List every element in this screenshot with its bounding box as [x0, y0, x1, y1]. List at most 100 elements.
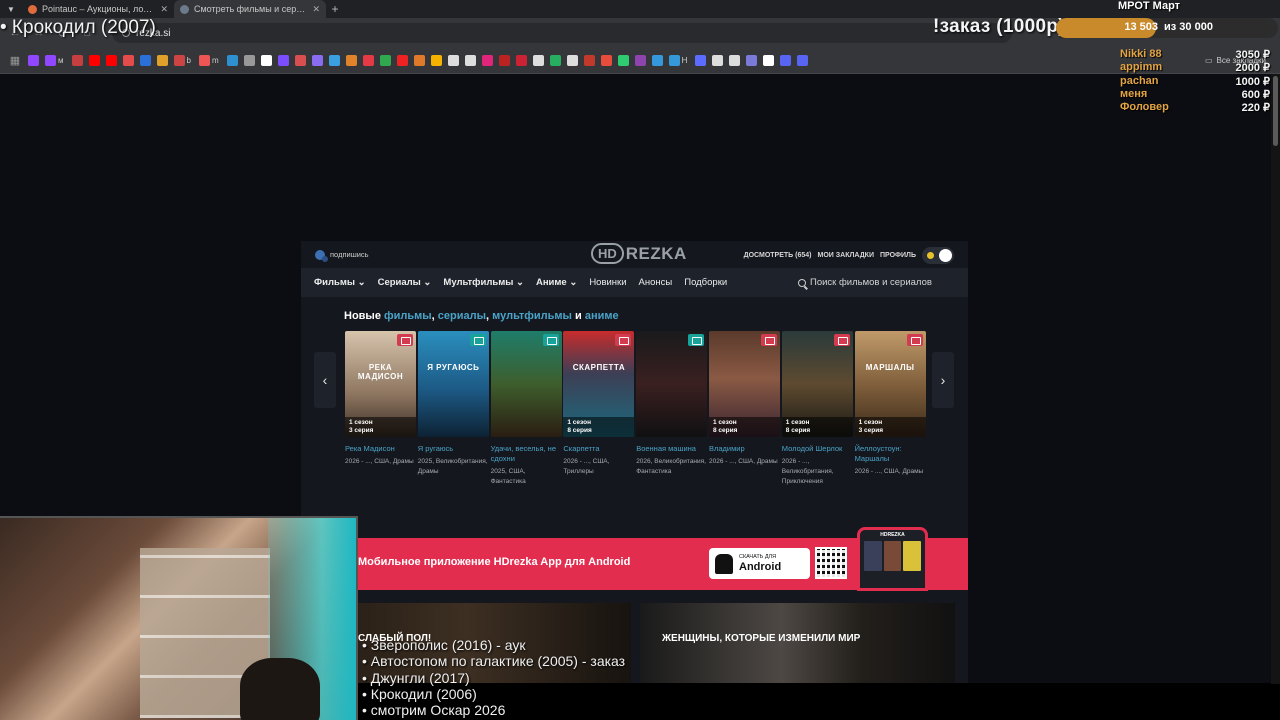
movie-card[interactable]: 1 сезон 8 серия Молодой Шерлок 2026 - ..., … [781, 331, 853, 487]
heading-series-link[interactable]: сериалы [438, 310, 486, 322]
poster-image[interactable]: РЕКА МАДИСОН 1 сезон 3 серия [345, 331, 416, 437]
close-icon[interactable]: ✕ [312, 4, 320, 15]
card-title[interactable]: Река Мадисон [345, 444, 416, 454]
bookmark-icon[interactable] [328, 55, 340, 66]
theme-toggle[interactable] [922, 247, 954, 264]
nav-cartoons[interactable]: Мультфильмы ⌄ [443, 277, 524, 288]
bookmark-icon[interactable] [549, 55, 561, 66]
bookmark-icon[interactable] [617, 55, 629, 66]
apps-grid-icon[interactable]: ▦ [8, 54, 22, 67]
bookmark-icon[interactable] [139, 55, 151, 66]
bookmark-icon[interactable] [746, 55, 758, 66]
bookmark-icon[interactable] [396, 55, 408, 66]
tab-pointauc[interactable]: Pointauc – Аукционы, лотереи ✕ [22, 0, 174, 18]
card-title[interactable]: Удачи, веселья, не сдохни [491, 444, 562, 464]
movie-card[interactable]: Я РУГАЮСЬ Я ругаюсь 2025, Великобритания, … [417, 331, 489, 477]
card-title[interactable]: Я ругаюсь [418, 444, 489, 454]
nav-announcements[interactable]: Анонсы [639, 277, 673, 288]
url-input[interactable]: rezka.si [112, 23, 1012, 43]
carousel-prev-button[interactable]: ‹ [314, 352, 336, 408]
carousel-next-button[interactable]: › [932, 352, 954, 408]
bookmark-icon[interactable] [600, 55, 612, 66]
poster-image[interactable]: 1 сезон 8 серия [781, 331, 853, 437]
close-icon[interactable]: ✕ [160, 4, 168, 15]
bookmark-icon[interactable] [763, 55, 775, 66]
heading-films-link[interactable]: фильмы [384, 310, 432, 322]
bookmark-icon[interactable] [797, 55, 809, 66]
bookmark-icon[interactable] [651, 55, 663, 66]
heading-anime-link[interactable]: аниме [585, 310, 619, 322]
subscribe-link[interactable]: подпишись [315, 249, 369, 262]
site-logo[interactable]: HD REZKA [591, 243, 687, 264]
bookmark-icon[interactable] [430, 55, 442, 66]
nav-series[interactable]: Сериалы ⌄ [378, 277, 432, 288]
bookmark-icon[interactable] [583, 55, 595, 66]
bookmark-icon[interactable] [729, 55, 741, 66]
bookmark-icon[interactable] [260, 55, 272, 66]
bookmark-icon[interactable] [226, 55, 238, 66]
bookmark-icon[interactable] [712, 55, 724, 66]
bookmark-icon[interactable] [156, 55, 168, 66]
bookmark-icon[interactable] [173, 55, 185, 66]
movie-card[interactable]: РЕКА МАДИСОН 1 сезон 3 серия Река Мадисон 20… [345, 331, 416, 467]
bookmark-icon[interactable] [105, 55, 117, 66]
bookmark-icon[interactable] [634, 55, 646, 66]
bookmark-icon[interactable] [498, 55, 510, 66]
tab-search-icon[interactable]: ▼ [0, 5, 22, 14]
bookmark-icon[interactable] [28, 55, 39, 66]
bookmark-icon[interactable] [780, 55, 792, 66]
movie-card[interactable]: 1 сезон 8 серия Владимир 2026 - ..., США, Д… [709, 331, 780, 467]
bookmark-icon[interactable] [515, 55, 527, 66]
nav-collections[interactable]: Подборки [684, 277, 727, 288]
movie-card[interactable]: МАРШАЛЫ 1 сезон 3 серия Йеллоустоун: Маршал… [854, 331, 926, 477]
poster-image[interactable]: СКАРПЕТТА 1 сезон 8 серия [563, 331, 635, 437]
profile-link[interactable]: ПРОФИЛЬ [880, 252, 916, 259]
bookmark-icon[interactable] [447, 55, 459, 66]
bookmark-icon[interactable] [277, 55, 289, 66]
bookmark-icon[interactable] [668, 55, 680, 66]
bookmark-icon[interactable] [695, 55, 707, 66]
poster-image[interactable] [490, 331, 562, 437]
bookmark-icon[interactable] [294, 55, 306, 66]
download-android-button[interactable]: СКАЧАТЬ ДЛЯ Android [709, 548, 810, 579]
tab-rezka[interactable]: Смотреть фильмы и сериалы ✕ [174, 0, 326, 18]
site-search[interactable]: Поиск фильмов и сериалов [798, 277, 932, 288]
page-scrollbar[interactable] [1271, 74, 1280, 684]
collection-card[interactable]: ЖЕНЩИНЫ, КОТОРЫЕ ИЗМЕНИЛИ МИР [640, 603, 955, 683]
card-title[interactable]: Владимир [709, 444, 780, 454]
bookmark-icon[interactable] [362, 55, 374, 66]
movie-card[interactable]: Военная машина 2026, Великобритания, Фант… [636, 331, 708, 477]
bookmark-icon[interactable] [45, 55, 56, 66]
new-tab-plus-icon[interactable]: + [326, 2, 344, 16]
bookmark-icon[interactable] [532, 55, 544, 66]
bookmark-icon[interactable] [88, 55, 100, 66]
bookmark-label[interactable]: b [187, 56, 191, 65]
bookmark-icon[interactable] [311, 55, 323, 66]
movie-card[interactable]: СКАРПЕТТА 1 сезон 8 серия Скарпетта 2026 - .… [563, 331, 635, 477]
nav-anime[interactable]: Аниме ⌄ [536, 277, 577, 288]
bookmark-icon[interactable] [243, 55, 255, 66]
bookmark-label[interactable]: m [212, 56, 219, 65]
card-title[interactable]: Йеллоустоун: Маршалы [855, 444, 926, 464]
poster-image[interactable]: 1 сезон 8 серия [709, 331, 780, 437]
card-title[interactable]: Скарпетта [563, 444, 634, 454]
continue-watching-link[interactable]: ДОСМОТРЕТЬ (654) [744, 252, 812, 259]
bookmark-icon[interactable] [566, 55, 578, 66]
bookmark-icon[interactable] [122, 55, 134, 66]
poster-image[interactable]: Я РУГАЮСЬ [417, 331, 489, 437]
heading-cartoons-link[interactable]: мультфильмы [492, 310, 572, 322]
poster-image[interactable] [636, 331, 708, 437]
bookmark-icon[interactable] [379, 55, 391, 66]
nav-new[interactable]: Новинки [589, 277, 626, 288]
my-bookmarks-link[interactable]: МОИ ЗАКЛАДКИ [818, 252, 874, 259]
bookmark-icon[interactable] [198, 55, 210, 66]
card-title[interactable]: Молодой Шерлок [782, 444, 853, 454]
bookmark-icon[interactable] [71, 55, 83, 66]
poster-image[interactable]: МАРШАЛЫ 1 сезон 3 серия [854, 331, 926, 437]
bookmark-label[interactable]: Н [682, 56, 688, 65]
bookmark-icon[interactable] [481, 55, 493, 66]
bookmark-label[interactable]: м [58, 56, 64, 65]
bookmark-icon[interactable] [345, 55, 357, 66]
nav-films[interactable]: Фильмы ⌄ [314, 277, 366, 288]
movie-card[interactable]: Удачи, веселья, не сдохни 2025, США, Фант… [490, 331, 562, 487]
